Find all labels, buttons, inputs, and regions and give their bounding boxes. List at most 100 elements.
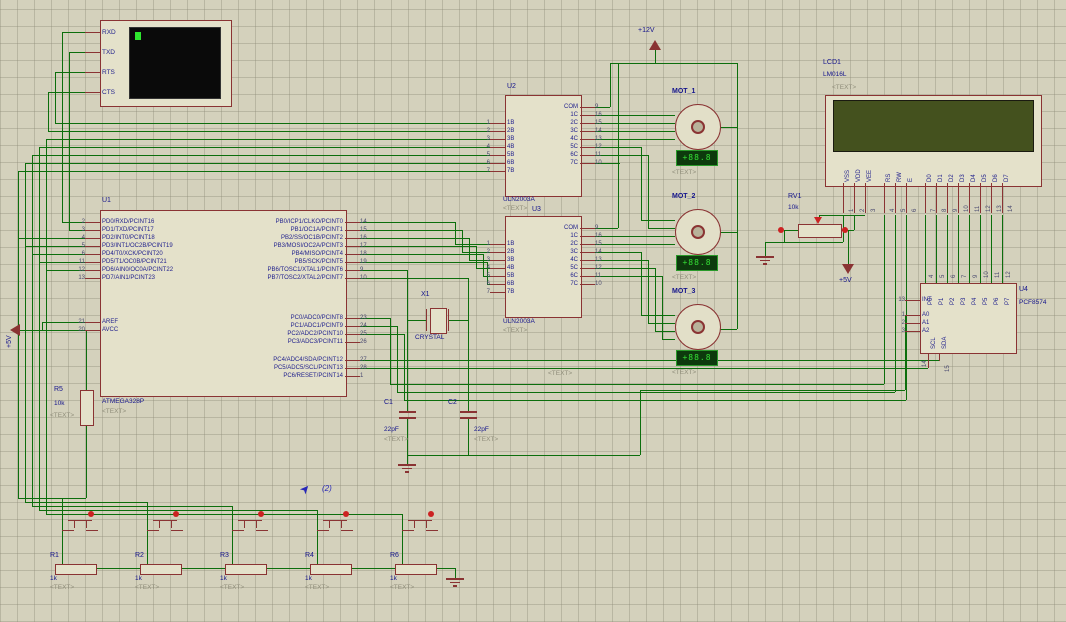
button-cap-icon[interactable]: [173, 511, 179, 517]
wire[interactable]: [360, 262, 487, 263]
pull-resistor[interactable]: [310, 564, 352, 575]
wire[interactable]: [32, 506, 232, 507]
wire[interactable]: [390, 318, 391, 384]
pin-name: 4C: [540, 257, 580, 263]
ic-pin: 22B: [476, 127, 514, 135]
wire[interactable]: [25, 163, 26, 502]
push-button[interactable]: [238, 520, 262, 521]
wire[interactable]: [55, 123, 490, 124]
crystal-plate: [426, 309, 427, 331]
button-cap-icon[interactable]: [343, 511, 349, 517]
wire[interactable]: [848, 230, 849, 264]
wire[interactable]: [784, 230, 798, 231]
motor-display: +88.8: [676, 150, 718, 166]
ground-symbol[interactable]: [760, 260, 770, 262]
u3-left-pins: 11B22B33B44B55B66B77B: [476, 240, 514, 296]
wire[interactable]: [641, 252, 642, 315]
wire[interactable]: [407, 455, 408, 464]
power-arrow-12v-icon[interactable]: [649, 40, 661, 50]
u3-value: ULN2003A: [503, 318, 535, 325]
power-arrow-5v-icon[interactable]: [842, 264, 854, 274]
wire[interactable]: [25, 163, 490, 164]
ground-symbol[interactable]: [402, 468, 412, 470]
wire[interactable]: [46, 139, 47, 514]
wire[interactable]: [641, 147, 642, 220]
pull-resistor[interactable]: [395, 564, 437, 575]
wire[interactable]: [640, 390, 641, 455]
wire[interactable]: [905, 331, 906, 390]
wire[interactable]: [848, 230, 854, 231]
wire[interactable]: [32, 155, 490, 156]
stepper-motor[interactable]: MOT_1 +88.8 <TEXT>: [650, 88, 740, 183]
cap-c1[interactable]: [399, 417, 416, 419]
wire[interactable]: [469, 238, 470, 260]
wire[interactable]: [397, 392, 895, 393]
stepper-motor[interactable]: MOT_3 +88.8 <TEXT>: [650, 288, 740, 383]
button-cap-icon[interactable]: [428, 511, 434, 517]
wire[interactable]: [390, 384, 884, 385]
wire[interactable]: [455, 222, 456, 244]
serial-terminal[interactable]: [100, 20, 232, 107]
resistor-r5[interactable]: [80, 390, 94, 426]
wire[interactable]: [618, 63, 619, 228]
wire[interactable]: [39, 147, 40, 510]
wire[interactable]: [906, 215, 907, 400]
wire[interactable]: [48, 92, 49, 131]
wire[interactable]: [360, 278, 468, 279]
wire[interactable]: [18, 171, 490, 172]
wire[interactable]: [404, 400, 906, 401]
wire[interactable]: [765, 242, 843, 243]
ground-symbol[interactable]: [756, 256, 774, 258]
ground-symbol[interactable]: [398, 464, 416, 466]
push-button[interactable]: [153, 520, 177, 521]
pull-resistor[interactable]: [225, 564, 267, 575]
push-button[interactable]: [323, 520, 347, 521]
wire[interactable]: [648, 260, 649, 323]
ground-symbol[interactable]: [763, 263, 767, 265]
wire[interactable]: [18, 498, 86, 499]
pull-resistor[interactable]: [140, 564, 182, 575]
push-button[interactable]: [68, 520, 92, 521]
crystal-x1[interactable]: [430, 308, 447, 334]
pull-resistor[interactable]: [55, 564, 97, 575]
pin-name: AVCC: [100, 327, 118, 333]
wire[interactable]: [640, 390, 905, 391]
wire[interactable]: [784, 230, 785, 242]
pot-rv1[interactable]: [798, 224, 842, 238]
wire[interactable]: [360, 222, 455, 223]
wire[interactable]: [468, 419, 469, 455]
wire[interactable]: [407, 320, 426, 321]
wire[interactable]: [32, 155, 33, 506]
wire[interactable]: [55, 72, 56, 123]
wire[interactable]: [69, 52, 70, 230]
wire[interactable]: [48, 131, 490, 132]
wire[interactable]: [648, 155, 649, 228]
wire[interactable]: [360, 230, 462, 231]
wire[interactable]: [86, 330, 87, 390]
wire[interactable]: [655, 48, 656, 63]
stepper-motor[interactable]: MOT_2 +88.8 <TEXT>: [650, 193, 740, 288]
wire[interactable]: [360, 246, 476, 247]
wire[interactable]: [25, 502, 147, 503]
wire[interactable]: [462, 230, 463, 252]
wire[interactable]: [360, 238, 469, 239]
wire[interactable]: [407, 270, 408, 411]
wire[interactable]: [360, 368, 928, 369]
cap-c2[interactable]: [460, 417, 477, 419]
wire[interactable]: [62, 32, 63, 222]
wire[interactable]: [360, 254, 483, 255]
wire[interactable]: [407, 455, 640, 456]
button-cap-icon[interactable]: [258, 511, 264, 517]
schematic-canvas[interactable]: RXDTXDRTSCTS U1 ATMEGA328P <TEXT> 2PD0/R…: [0, 0, 1066, 622]
wire[interactable]: [39, 147, 490, 148]
ground-symbol[interactable]: [405, 471, 409, 473]
wire[interactable]: [765, 242, 766, 256]
wire[interactable]: [86, 424, 87, 498]
wire[interactable]: [448, 320, 468, 321]
pin-number: 14: [360, 219, 374, 225]
wire[interactable]: [610, 63, 611, 107]
push-button[interactable]: [408, 520, 432, 521]
wire[interactable]: [610, 63, 737, 64]
button-cap-icon[interactable]: [88, 511, 94, 517]
wire[interactable]: [46, 139, 490, 140]
